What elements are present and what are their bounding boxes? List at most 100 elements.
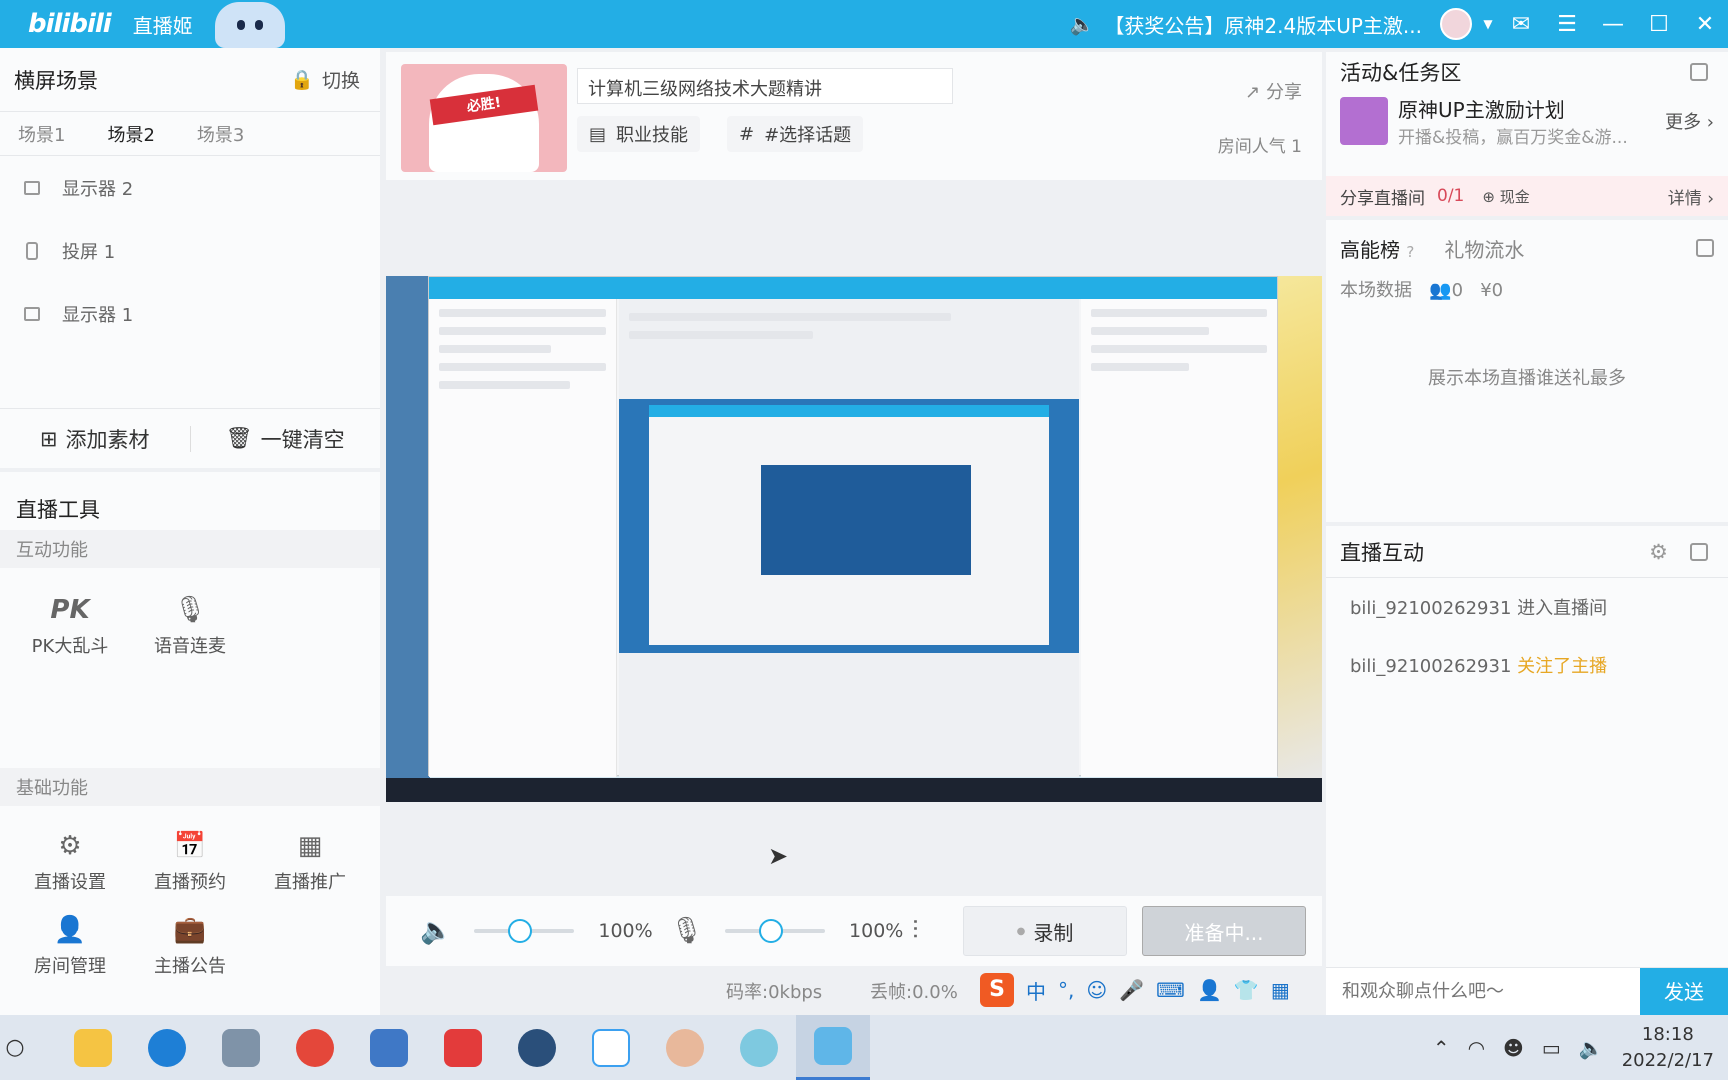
source-label: 显示器 1 [62, 304, 134, 326]
room-cover-image[interactable]: 必胜! [401, 64, 567, 172]
voice-link-button[interactable]: 🎙 语音连麦 [130, 594, 250, 658]
pk-icon: PK [50, 595, 90, 625]
stream-preview-area: ➤ [386, 180, 1322, 894]
system-monitor-icon[interactable] [204, 1015, 278, 1080]
stream-preview[interactable] [386, 276, 1322, 802]
ime-user-icon[interactable]: 👤 [1197, 978, 1222, 1002]
tool-label: 房间管理 [34, 956, 106, 977]
ime-mic-icon[interactable]: 🎤 [1119, 978, 1144, 1002]
source-item-monitor-2[interactable]: 显示器 2 [0, 156, 380, 219]
share-count: 0/1 [1437, 186, 1465, 206]
tab-scene-2[interactable]: 场景2 [107, 121, 154, 147]
popout-icon[interactable] [1690, 542, 1708, 561]
share-icon: ↗ [1245, 82, 1261, 103]
cloud-drive-icon[interactable] [574, 1015, 648, 1080]
record-button[interactable]: ● 录制 [963, 906, 1127, 956]
chevron-down-icon[interactable]: ▼ [1478, 17, 1498, 31]
source-label: 投屏 1 [62, 241, 116, 263]
tab-high-energy[interactable]: 高能榜 ? [1340, 234, 1414, 263]
popout-icon[interactable] [1690, 63, 1708, 81]
mixer-icon[interactable]: ⫶ [912, 916, 919, 947]
rank-empty-text: 展示本场直播谁送礼最多 [1428, 368, 1626, 389]
source-label: 显示器 2 [62, 178, 134, 200]
maximize-icon[interactable]: ☐ [1636, 12, 1682, 37]
user-avatar[interactable] [1440, 8, 1472, 40]
archive-icon[interactable] [352, 1015, 426, 1080]
speaker-volume-slider[interactable] [474, 919, 575, 943]
speaker-icon[interactable]: 🔈 [420, 916, 452, 946]
share-button[interactable]: ↗ 分享 [1245, 78, 1302, 104]
file-explorer-icon[interactable] [56, 1015, 130, 1080]
tab-scene-3[interactable]: 场景3 [197, 121, 244, 147]
tray-app-icon[interactable]: ☻ [1503, 1036, 1524, 1060]
preview-nested-window [428, 276, 1278, 777]
details-link[interactable]: 详情 › [1668, 184, 1714, 209]
ime-mode[interactable]: 中 [1026, 976, 1046, 1005]
mic-volume-value: 100% [849, 920, 904, 942]
volume-icon[interactable]: 🔈 [1579, 1036, 1604, 1060]
live-app-taskbar-icon[interactable] [796, 1015, 870, 1080]
speaker-announce-icon: 🔈 [1069, 12, 1095, 36]
microphone-icon[interactable]: 🎙 [670, 916, 703, 946]
menu-icon[interactable]: ☰ [1544, 12, 1590, 37]
clear-all-button[interactable]: 🗑 一键清空 [191, 424, 381, 454]
live-schedule-button[interactable]: 📅 直播预约 [130, 830, 250, 894]
announcement-button[interactable]: 💼 主播公告 [130, 914, 250, 978]
chat-input[interactable] [1326, 981, 1640, 1002]
slider-knob[interactable] [508, 919, 533, 943]
share-label: 分享 [1266, 82, 1302, 103]
speaker-volume-value: 100% [598, 920, 653, 942]
tab-scene-1[interactable]: 场景1 [18, 121, 65, 147]
rank-panel: 高能榜 ? 礼物流水 本场数据 👥0 ¥0 展示本场直播谁送礼最多 [1326, 220, 1728, 522]
ime-punct[interactable]: °, [1058, 978, 1074, 1002]
minimize-icon[interactable]: — [1590, 12, 1636, 37]
preview-left-panel [429, 299, 617, 777]
mail-icon[interactable]: ✉ [1498, 12, 1544, 37]
wifi-icon[interactable]: ◠ [1468, 1036, 1485, 1060]
pk-battle-button[interactable]: PK PK大乱斗 [10, 594, 130, 658]
room-manage-button[interactable]: 👤 房间管理 [10, 914, 130, 978]
mascot-icon [215, 2, 285, 48]
settings-app-icon[interactable] [722, 1015, 796, 1080]
room-title-input[interactable]: 计算机三级网络技术大题精讲 [577, 68, 953, 104]
category-icon: ▤ [589, 123, 607, 145]
clock-date: 2022/2/17 [1621, 1049, 1714, 1071]
live-settings-button[interactable]: ⚙ 直播设置 [10, 830, 130, 894]
switch-scene-button[interactable]: 🔒 切换 [290, 66, 360, 93]
category-button[interactable]: ▤ 职业技能 [577, 116, 701, 152]
chevron-up-icon[interactable]: ⌃ [1433, 1036, 1450, 1060]
tool-label: 主播公告 [154, 956, 226, 977]
keyboard-icon[interactable]: ⌨ [1156, 978, 1185, 1002]
chrome-icon[interactable] [278, 1015, 352, 1080]
add-source-button[interactable]: ⊞ 添加素材 [0, 424, 190, 454]
battery-icon[interactable]: ▭ [1542, 1036, 1561, 1060]
system-tray: ⌃ ◠ ☻ ▭ 🔈 18:18 2022/2/17 [1433, 1015, 1714, 1080]
tab-gift-flow[interactable]: 礼物流水 [1444, 234, 1524, 263]
source-item-monitor-1[interactable]: 显示器 1 [0, 282, 380, 345]
popout-icon[interactable] [1696, 239, 1714, 257]
gear-icon[interactable]: ⚙ [1649, 540, 1668, 564]
ime-toolbar[interactable]: S 中 °, ☺ 🎤 ⌨ 👤 👕 ▦ [980, 970, 1290, 1010]
edge-icon[interactable] [130, 1015, 204, 1080]
education-app-icon[interactable] [500, 1015, 574, 1080]
preview-right-panel [1081, 299, 1277, 777]
search-icon[interactable]: ○ [0, 1015, 30, 1080]
topic-button[interactable]: # #选择话题 [727, 116, 864, 152]
announcement-banner[interactable]: 🔈 【获奖公告】原神2.4版本UP主激... [1070, 10, 1422, 39]
emoji-icon[interactable]: ☺ [1086, 978, 1107, 1002]
source-item-cast-1[interactable]: 投屏 1 [0, 219, 380, 282]
avatar-app-icon[interactable] [648, 1015, 722, 1080]
start-live-button[interactable]: 准备中... [1142, 906, 1306, 956]
live-promote-button[interactable]: ▦ 直播推广 [250, 830, 370, 894]
preview-desktop-icons [386, 276, 430, 778]
clock[interactable]: 18:18 2022/2/17 [1622, 1022, 1714, 1074]
task-card[interactable]: 原神UP主激励计划 开播&投稿，赢百万奖金&游... 更多 › [1326, 92, 1728, 150]
ime-grid-icon[interactable]: ▦ [1271, 978, 1290, 1002]
skin-icon[interactable]: 👕 [1234, 978, 1259, 1002]
send-button[interactable]: 发送 [1640, 967, 1728, 1016]
wps-icon[interactable] [426, 1015, 500, 1080]
more-link[interactable]: 更多 › [1665, 108, 1714, 134]
slider-knob[interactable] [759, 919, 784, 943]
close-icon[interactable]: ✕ [1682, 12, 1728, 37]
mic-volume-slider[interactable] [725, 919, 826, 943]
